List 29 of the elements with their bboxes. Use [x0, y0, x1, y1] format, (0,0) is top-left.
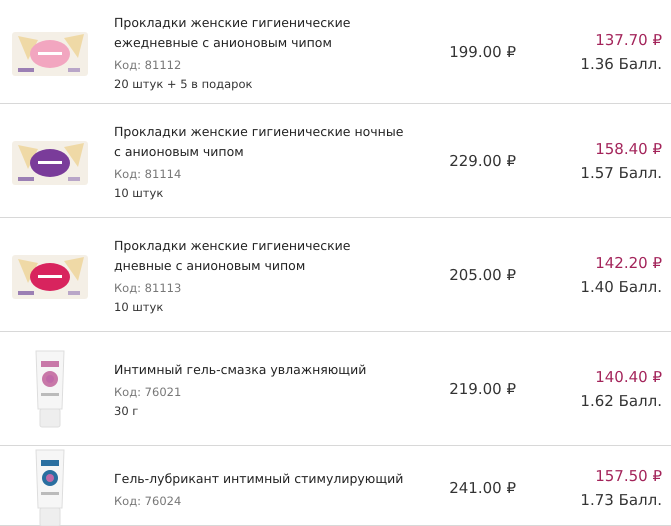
sale-price: 158.40 ₽: [595, 140, 662, 158]
product-name[interactable]: Прокладки женские гигиенические дневные с анионовым чипом: [114, 236, 420, 276]
package-size: 10 штук: [114, 186, 164, 200]
price: 241.00 ₽: [448, 479, 516, 497]
points: 1.36 Балл.: [580, 54, 662, 72]
sale-price: 140.40 ₽: [595, 368, 662, 386]
product-code: Код: 81112: [114, 58, 182, 72]
points: 1.62 Балл.: [580, 392, 662, 410]
price: 199.00 ₽: [448, 42, 516, 60]
product-name[interactable]: Прокладки женские гигиенические ежедневные с анионовым чипом: [114, 12, 420, 52]
sale-price: 137.70 ₽: [595, 30, 662, 48]
package-size: 20 штук + 5 в подарок: [114, 76, 254, 90]
product-name[interactable]: Гель-лубрикант интимный стимулирующий: [114, 468, 420, 488]
product-code: Код: 76021: [114, 384, 182, 398]
product-code: Код: 81114: [114, 166, 182, 180]
product-code: Код: 76024: [114, 494, 182, 508]
product-code: Код: 81113: [114, 280, 182, 294]
product-name[interactable]: Прокладки женские гигиенические ночные с анионовым чипом: [114, 122, 420, 162]
price: 205.00 ₽: [448, 266, 516, 284]
points: 1.73 Балл.: [580, 491, 662, 509]
product-name[interactable]: Интимный гель-смазка увлажняющий: [114, 360, 420, 380]
points: 1.57 Балл.: [580, 164, 662, 182]
price: 219.00 ₽: [448, 380, 516, 398]
sale-price: 157.50 ₽: [595, 467, 662, 485]
package-size: 30 г: [114, 404, 140, 418]
sale-price: 142.20 ₽: [595, 254, 662, 272]
price: 229.00 ₽: [448, 152, 516, 170]
points: 1.40 Балл.: [580, 278, 662, 296]
package-size: 10 штук: [114, 300, 164, 314]
